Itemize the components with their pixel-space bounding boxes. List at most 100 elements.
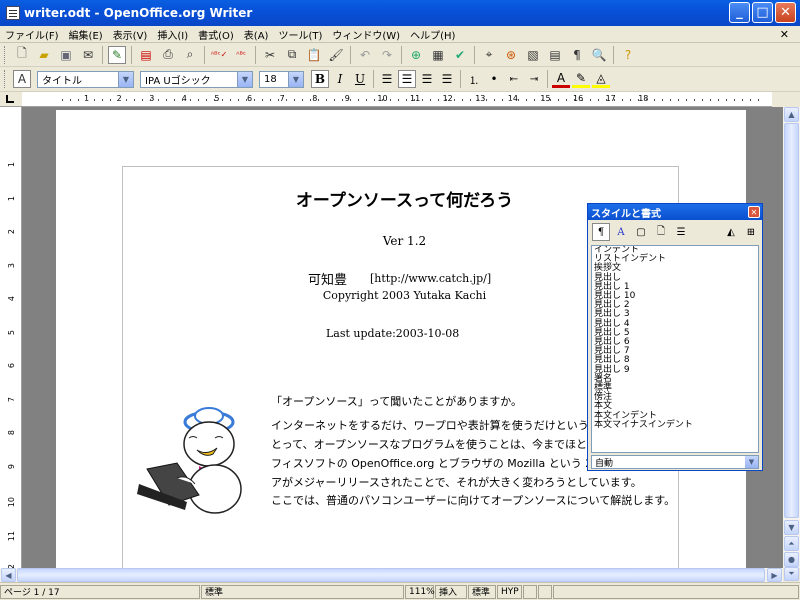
- document-url[interactable]: [http://www.catch.jp/]: [370, 272, 491, 285]
- scroll-down-button[interactable]: ▼: [784, 520, 799, 535]
- close-button[interactable]: ✕: [775, 2, 796, 23]
- horizontal-scrollbar[interactable]: ◀ ▶: [0, 568, 783, 582]
- scrollbar-thumb[interactable]: [784, 123, 799, 518]
- fill-format-mode-icon[interactable]: ◭: [722, 223, 740, 241]
- font-color-icon[interactable]: A: [552, 70, 570, 88]
- menu-format[interactable]: 書式(O): [193, 27, 239, 42]
- print-icon[interactable]: ⎙: [159, 46, 177, 64]
- menu-edit[interactable]: 編集(E): [64, 27, 108, 42]
- align-center-icon[interactable]: ☰: [398, 70, 416, 88]
- navigation-icon[interactable]: ●: [784, 552, 799, 567]
- undo-icon[interactable]: ↶: [356, 46, 374, 64]
- find-replace-icon[interactable]: ⌖: [480, 46, 498, 64]
- next-page-icon[interactable]: ⏷: [784, 567, 799, 581]
- italic-button[interactable]: I: [331, 70, 349, 88]
- document-last-update[interactable]: Last update:2003-10-08: [326, 327, 459, 340]
- page-styles-icon[interactable]: 🗋: [652, 223, 670, 241]
- status-page[interactable]: ページ 1 / 17: [0, 584, 200, 599]
- status-hyperlink-mode[interactable]: HYP: [497, 584, 522, 599]
- previous-page-icon[interactable]: ⏶: [784, 536, 799, 551]
- edit-mode-icon[interactable]: ✎: [108, 45, 126, 64]
- increase-indent-icon[interactable]: ⇥: [525, 70, 543, 88]
- table-icon[interactable]: ▦: [429, 46, 447, 64]
- document-close-icon[interactable]: ✕: [775, 28, 794, 41]
- status-selection-mode[interactable]: 標準: [468, 584, 496, 599]
- background-color-icon[interactable]: ◬: [592, 70, 610, 88]
- email-icon[interactable]: ✉: [79, 46, 97, 64]
- minimize-button[interactable]: _: [729, 2, 750, 23]
- chevron-down-icon[interactable]: ▼: [118, 71, 133, 87]
- navigator-icon[interactable]: ⊛: [502, 46, 520, 64]
- menu-insert[interactable]: 挿入(I): [152, 27, 193, 42]
- show-draw-functions-icon[interactable]: ✔: [451, 46, 469, 64]
- redo-icon[interactable]: ↷: [378, 46, 396, 64]
- paste-icon[interactable]: 📋: [305, 46, 323, 64]
- font-name-dropdown[interactable]: IPA Uゴシック ▼: [140, 70, 253, 88]
- gallery-icon[interactable]: ▧: [524, 46, 542, 64]
- duck-mascot-illustration[interactable]: [137, 394, 257, 519]
- styles-filter-dropdown[interactable]: 自動 ▼: [591, 455, 759, 469]
- highlighting-icon[interactable]: ✎: [572, 70, 590, 88]
- style-list-item[interactable]: 本文マイナスインデント: [592, 420, 758, 430]
- status-zoom[interactable]: 111%: [405, 584, 435, 599]
- h-scrollbar-thumb[interactable]: [17, 568, 765, 582]
- vertical-scrollbar[interactable]: ▲ ▼ ⏶ ●: [783, 107, 800, 568]
- bullets-icon[interactable]: •: [485, 70, 503, 88]
- numbering-icon[interactable]: ⒈: [465, 70, 483, 88]
- new-style-from-selection-icon[interactable]: ⊞: [742, 223, 760, 241]
- zoom-icon[interactable]: 🔍: [590, 46, 608, 64]
- save-icon[interactable]: ▣: [57, 46, 75, 64]
- scroll-right-button[interactable]: ▶: [767, 568, 782, 582]
- toolbar-grip[interactable]: [4, 45, 7, 64]
- align-left-icon[interactable]: ☰: [378, 70, 396, 88]
- list-styles-icon[interactable]: ☰: [672, 223, 690, 241]
- character-styles-icon[interactable]: A: [612, 223, 630, 241]
- data-sources-icon[interactable]: ▤: [546, 46, 564, 64]
- decrease-indent-icon[interactable]: ⇤: [505, 70, 523, 88]
- status-insert-mode[interactable]: 挿入: [435, 584, 467, 599]
- style-list-item[interactable]: 標準: [592, 383, 758, 393]
- document-author[interactable]: 可知豊: [308, 269, 347, 288]
- chevron-down-icon[interactable]: ▼: [237, 71, 252, 87]
- horizontal-ruler[interactable]: 123456789101112131415161718: [22, 92, 772, 107]
- underline-button[interactable]: U: [351, 70, 369, 88]
- scroll-left-button[interactable]: ◀: [1, 568, 16, 582]
- align-justify-icon[interactable]: ☰: [438, 70, 456, 88]
- style-list-item[interactable]: 見出し 9: [592, 365, 758, 375]
- autospellcheck-icon[interactable]: ᴬᴮᶜ: [232, 46, 250, 64]
- open-folder-icon[interactable]: ▰: [35, 46, 53, 64]
- tab-stop-icon[interactable]: [6, 95, 14, 103]
- menu-window[interactable]: ウィンドウ(W): [327, 27, 405, 42]
- bold-button[interactable]: B: [311, 70, 329, 88]
- styles-formatting-icon[interactable]: A: [13, 70, 31, 88]
- toolbar-grip[interactable]: [4, 70, 7, 88]
- menu-help[interactable]: ヘルプ(H): [405, 27, 460, 42]
- menu-file[interactable]: ファイル(F): [0, 27, 64, 42]
- maximize-button[interactable]: □: [752, 2, 773, 23]
- paragraph-styles-icon[interactable]: ¶: [592, 223, 610, 241]
- format-paintbrush-icon[interactable]: 🖌: [327, 46, 345, 64]
- styles-panel-titlebar[interactable]: スタイルと書式 ✕: [588, 204, 762, 220]
- paragraph-3[interactable]: ここでは、普通のパソコンユーザーに向けてオープンソースについて解説します。: [271, 492, 675, 508]
- styles-list[interactable]: インデント リストインデント 挨拶文 見出し 見出し 1 見出し 10 見出し 2 見出し 3…: [591, 245, 759, 453]
- spellcheck-icon[interactable]: ᴬᴮᶜ✓: [210, 46, 228, 64]
- print-preview-icon[interactable]: ⌕: [181, 46, 199, 64]
- copy-icon[interactable]: ⧉: [283, 46, 301, 64]
- formatting-marks-icon[interactable]: ¶: [568, 46, 586, 64]
- cut-icon[interactable]: ✂: [261, 46, 279, 64]
- style-list-item[interactable]: 傍注: [592, 393, 758, 402]
- chevron-down-icon[interactable]: ▼: [288, 71, 303, 87]
- help-icon[interactable]: ?: [619, 46, 637, 64]
- vertical-ruler[interactable]: 1123456789101112: [0, 107, 22, 574]
- align-right-icon[interactable]: ☰: [418, 70, 436, 88]
- menu-table[interactable]: 表(A): [239, 27, 274, 42]
- paragraph-style-dropdown[interactable]: タイトル ▼: [37, 70, 134, 88]
- style-list-item[interactable]: 署名: [592, 374, 758, 384]
- styles-panel-close-icon[interactable]: ✕: [748, 206, 760, 218]
- font-size-dropdown[interactable]: 18 ▼: [259, 70, 304, 88]
- menu-tools[interactable]: ツール(T): [273, 27, 327, 42]
- chevron-down-icon[interactable]: ▼: [745, 456, 758, 468]
- status-page-style[interactable]: 標準: [201, 584, 404, 599]
- new-document-icon[interactable]: 🗋: [13, 46, 31, 64]
- hyperlink-icon[interactable]: ⊕: [407, 46, 425, 64]
